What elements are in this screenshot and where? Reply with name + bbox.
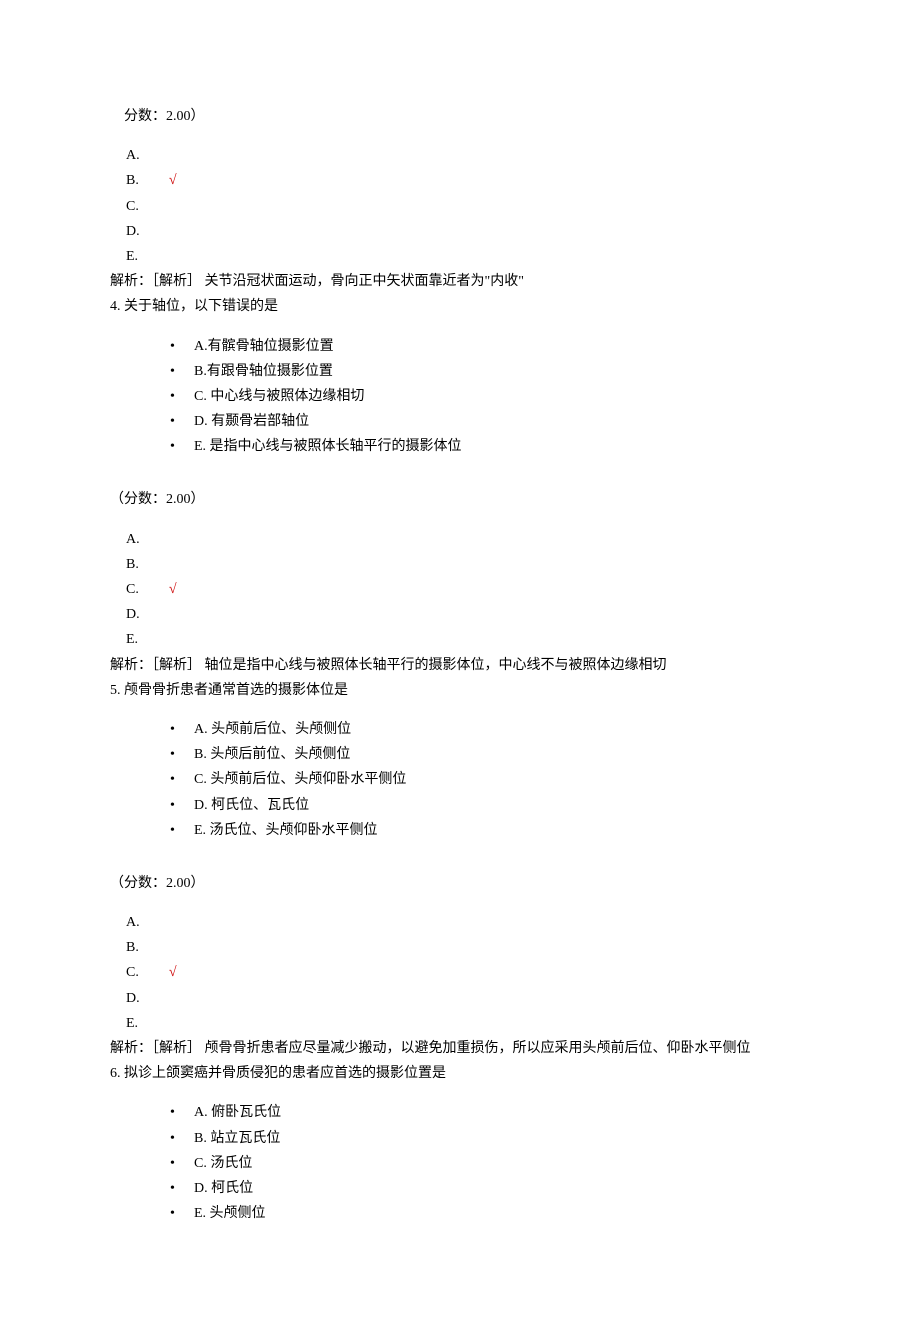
answer-block: A. B.√ C. D. E. — [126, 143, 810, 269]
answer-d: D. — [126, 986, 810, 1011]
answer-b: B.√ — [126, 168, 810, 193]
option-e: E. 汤氏位、头颅仰卧水平侧位 — [110, 818, 810, 843]
option-c: C. 头颅前后位、头颅仰卧水平侧位 — [110, 767, 810, 792]
option-e: E. 头颅侧位 — [110, 1201, 810, 1226]
option-a: A. 头颅前后位、头颅侧位 — [110, 717, 810, 742]
score-line: 分数：2.00） — [124, 104, 810, 129]
option-b: B. 站立瓦氏位 — [110, 1126, 810, 1151]
question-stem: 5. 颅骨骨折患者通常首选的摄影体位是 — [110, 678, 810, 703]
question-4: 4. 关于轴位，以下错误的是 A.有髌骨轴位摄影位置 B.有跟骨轴位摄影位置 C… — [110, 294, 810, 677]
question-3-tail: 分数：2.00） A. B.√ C. D. E. 解析：［解析］ 关节沿冠状面运… — [110, 104, 810, 294]
answer-block: A. B. C.√ D. E. — [126, 527, 810, 653]
option-d: D. 有颞骨岩部轴位 — [110, 409, 810, 434]
check-icon: √ — [169, 173, 177, 188]
option-b: B. 头颅后前位、头颅侧位 — [110, 742, 810, 767]
option-list: A.有髌骨轴位摄影位置 B.有跟骨轴位摄影位置 C. 中心线与被照体边缘相切 D… — [110, 334, 810, 460]
question-stem: 6. 拟诊上颌窦癌并骨质侵犯的患者应首选的摄影位置是 — [110, 1061, 810, 1086]
option-d: D. 柯氏位、瓦氏位 — [110, 793, 810, 818]
answer-c: C.√ — [126, 577, 810, 602]
question-6: 6. 拟诊上颌窦癌并骨质侵犯的患者应首选的摄影位置是 A. 俯卧瓦氏位 B. 站… — [110, 1061, 810, 1226]
answer-b: B. — [126, 935, 810, 960]
question-5: 5. 颅骨骨折患者通常首选的摄影体位是 A. 头颅前后位、头颅侧位 B. 头颅后… — [110, 678, 810, 1061]
option-list: A. 俯卧瓦氏位 B. 站立瓦氏位 C. 汤氏位 D. 柯氏位 E. 头颅侧位 — [110, 1100, 810, 1226]
answer-e: E. — [126, 244, 810, 269]
answer-a: A. — [126, 143, 810, 168]
answer-e: E. — [126, 627, 810, 652]
answer-block: A. B. C.√ D. E. — [126, 910, 810, 1036]
option-c: C. 中心线与被照体边缘相切 — [110, 384, 810, 409]
score-line: （分数：2.00） — [110, 487, 810, 512]
answer-d: D. — [126, 219, 810, 244]
answer-a: A. — [126, 527, 810, 552]
option-c: C. 汤氏位 — [110, 1151, 810, 1176]
answer-d: D. — [126, 602, 810, 627]
check-icon: √ — [169, 965, 177, 980]
analysis-text: 解析：［解析］ 颅骨骨折患者应尽量减少搬动，以避免加重损伤，所以应采用头颅前后位… — [110, 1036, 810, 1061]
option-a: A.有髌骨轴位摄影位置 — [110, 334, 810, 359]
answer-e: E. — [126, 1011, 810, 1036]
option-b: B.有跟骨轴位摄影位置 — [110, 359, 810, 384]
analysis-text: 解析：［解析］ 关节沿冠状面运动，骨向正中矢状面靠近者为"内收" — [110, 269, 810, 294]
question-stem: 4. 关于轴位，以下错误的是 — [110, 294, 810, 319]
answer-c: C.√ — [126, 960, 810, 985]
answer-c: C. — [126, 194, 810, 219]
answer-a: A. — [126, 910, 810, 935]
analysis-text: 解析：［解析］ 轴位是指中心线与被照体长轴平行的摄影体位，中心线不与被照体边缘相… — [110, 653, 810, 678]
option-e: E. 是指中心线与被照体长轴平行的摄影体位 — [110, 434, 810, 459]
check-icon: √ — [169, 582, 177, 597]
option-d: D. 柯氏位 — [110, 1176, 810, 1201]
option-a: A. 俯卧瓦氏位 — [110, 1100, 810, 1125]
answer-b: B. — [126, 552, 810, 577]
score-line: （分数：2.00） — [110, 871, 810, 896]
option-list: A. 头颅前后位、头颅侧位 B. 头颅后前位、头颅侧位 C. 头颅前后位、头颅仰… — [110, 717, 810, 843]
